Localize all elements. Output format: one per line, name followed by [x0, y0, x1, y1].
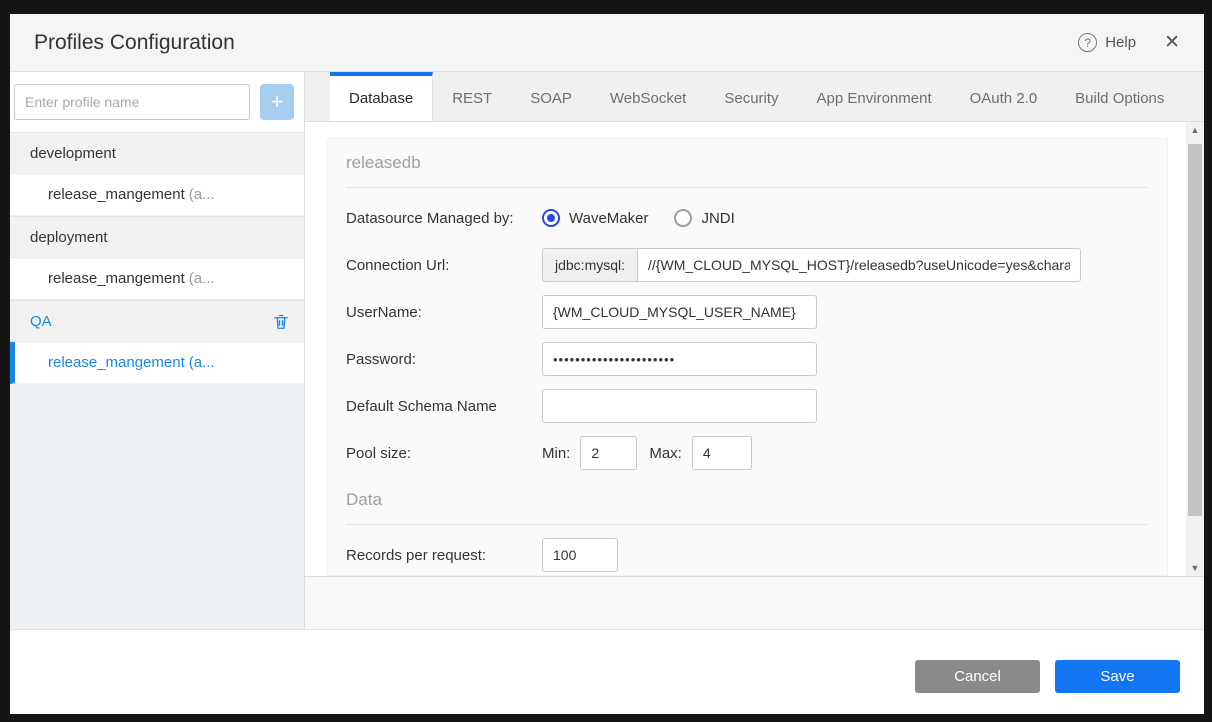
- connection-url-row: Connection Url: jdbc:mysql:: [346, 248, 1147, 282]
- tabbar: Database REST SOAP WebSocket Security Ap…: [305, 72, 1204, 122]
- profile-name-row: +: [10, 72, 304, 132]
- page-title: Profiles Configuration: [34, 30, 235, 54]
- data-section-title: Data: [346, 490, 1147, 525]
- tab-security[interactable]: Security: [705, 72, 797, 121]
- tab-rest[interactable]: REST: [433, 72, 511, 121]
- form-scroll-view: releasedb Datasource Managed by: WaveMak…: [305, 122, 1186, 576]
- vertical-scrollbar[interactable]: ▲ ▼: [1186, 122, 1204, 576]
- datasource-radio-group: WaveMaker JNDI: [542, 209, 735, 227]
- sidebar-item-qa[interactable]: QA: [10, 300, 304, 342]
- delete-profile-icon[interactable]: [272, 312, 290, 331]
- password-label: Password:: [346, 350, 417, 368]
- records-per-request-label: Records per request:: [346, 546, 487, 564]
- connection-url-group: jdbc:mysql:: [542, 248, 1082, 282]
- profile-name-input[interactable]: [14, 84, 250, 120]
- datasource-row: Datasource Managed by: WaveMaker JNDI: [346, 201, 1147, 235]
- profiles-list: development release_mangement (a... depl…: [10, 132, 304, 384]
- tab-websocket[interactable]: WebSocket: [591, 72, 705, 121]
- pool-min-label: Min:: [542, 444, 571, 462]
- scroll-down-icon[interactable]: ▼: [1186, 560, 1204, 576]
- tab-database[interactable]: Database: [330, 72, 434, 121]
- profiles-sidebar: + development release_mangement (a... de…: [10, 72, 305, 629]
- pool-size-row: Pool size: Min: Max:: [346, 436, 1147, 470]
- save-button[interactable]: Save: [1055, 660, 1180, 693]
- radio-option-jndi[interactable]: JNDI: [674, 209, 735, 227]
- dialog-header: Profiles Configuration ? Help ✕: [10, 14, 1204, 72]
- connection-url-input[interactable]: [637, 248, 1082, 282]
- database-tab-content: releasedb Datasource Managed by: WaveMak…: [305, 122, 1204, 576]
- sidebar-item-deployment[interactable]: deployment: [10, 216, 304, 258]
- profiles-configuration-dialog: Profiles Configuration ? Help ✕ + develo…: [10, 14, 1204, 714]
- radio-jndi[interactable]: [674, 209, 693, 227]
- schema-input[interactable]: [542, 389, 817, 423]
- schema-label: Default Schema Name: [346, 397, 497, 415]
- username-label: UserName:: [346, 303, 422, 321]
- pool-size-label: Pool size:: [346, 444, 412, 462]
- tab-build-options[interactable]: Build Options: [1056, 72, 1183, 121]
- records-per-request-row: Records per request:: [346, 538, 1147, 572]
- tab-soap[interactable]: SOAP: [511, 72, 591, 121]
- radio-wavemaker[interactable]: [542, 209, 560, 227]
- dialog-body: + development release_mangement (a... de…: [10, 72, 1204, 629]
- scrollbar-track[interactable]: [1186, 138, 1204, 560]
- cancel-button[interactable]: Cancel: [915, 660, 1040, 693]
- help-label: Help: [1105, 34, 1137, 51]
- datasource-label: Datasource Managed by:: [346, 209, 514, 227]
- username-input[interactable]: [542, 295, 817, 329]
- database-form-panel: releasedb Datasource Managed by: WaveMak…: [327, 138, 1168, 576]
- sidebar-item-release-mangement-dev[interactable]: release_mangement (a...: [10, 174, 304, 216]
- records-per-request-input[interactable]: [542, 538, 618, 572]
- sidebar-item-development[interactable]: development: [10, 132, 304, 174]
- sidebar-item-release-mangement-qa[interactable]: release_mangement (a...: [10, 342, 304, 384]
- pool-max-input[interactable]: [691, 436, 752, 470]
- sidebar-item-release-mangement-deploy[interactable]: release_mangement (a...: [10, 258, 304, 300]
- password-row: Password:: [346, 342, 1147, 376]
- close-icon[interactable]: ✕: [1164, 33, 1180, 52]
- add-profile-button[interactable]: +: [260, 84, 294, 120]
- content-lower-strip: [305, 576, 1204, 629]
- radio-option-wavemaker[interactable]: WaveMaker: [542, 209, 648, 227]
- pool-max-label: Max:: [649, 444, 682, 462]
- scrollbar-thumb[interactable]: [1188, 144, 1202, 516]
- jdbc-prefix-addon: jdbc:mysql:: [542, 248, 638, 282]
- help-icon: ?: [1078, 33, 1098, 52]
- dialog-footer: Cancel Save: [10, 629, 1204, 714]
- scroll-up-icon[interactable]: ▲: [1186, 122, 1204, 138]
- pool-min-input[interactable]: [580, 436, 638, 470]
- profile-detail-pane: Database REST SOAP WebSocket Security Ap…: [305, 72, 1204, 629]
- username-row: UserName:: [346, 295, 1147, 329]
- database-section-title: releasedb: [346, 153, 1147, 188]
- tab-app-environment[interactable]: App Environment: [798, 72, 951, 121]
- connection-url-label: Connection Url:: [346, 256, 450, 274]
- tab-oauth[interactable]: OAuth 2.0: [951, 72, 1057, 121]
- password-input[interactable]: [542, 342, 817, 376]
- help-button[interactable]: ? Help: [1078, 33, 1136, 52]
- schema-row: Default Schema Name: [346, 389, 1147, 423]
